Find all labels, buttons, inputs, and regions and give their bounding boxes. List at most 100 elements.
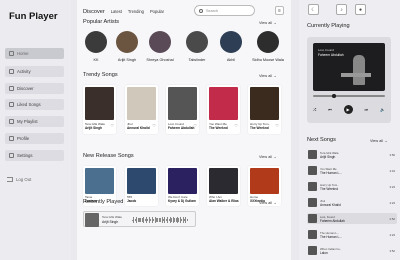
view-all-label: View all: [370, 139, 384, 143]
song-artist: Lalon: [320, 250, 328, 255]
new-release-title: New Release Songs: [83, 153, 134, 159]
tab-latest[interactable]: Latest: [111, 9, 122, 14]
header: Discover Latest Trending Popular: [83, 6, 291, 17]
cover-image: [308, 182, 317, 191]
heart-icon[interactable]: ♡: [275, 123, 279, 128]
song-card[interactable]: Tera Ishk Wala Arijit Singh ♡: [83, 85, 116, 134]
list-item-active[interactable]: Lost, Found Faheem Abdullah 2:52: [307, 213, 397, 224]
cover-image: [168, 168, 197, 194]
progress-handle[interactable]: [332, 94, 336, 98]
tab-popular[interactable]: Popular: [150, 9, 164, 14]
currently-playing-title: Currently Playing: [307, 23, 350, 29]
list-item[interactable]: The Human L... The Human L... 4:23: [307, 229, 397, 240]
heart-icon[interactable]: ♡: [193, 123, 197, 128]
cover-image: [85, 87, 114, 120]
theme-toggle-button[interactable]: ☾: [308, 4, 319, 15]
playlist-icon: [9, 119, 14, 124]
view-all-recent[interactable]: View all →: [259, 201, 277, 205]
song-artist: Annural Khalid: [127, 126, 150, 130]
app-title: Fun Player: [9, 11, 58, 22]
arrow-right-icon: →: [273, 74, 277, 78]
cover-image: [127, 87, 156, 120]
sidebar-item-liked-songs[interactable]: Liked Songs: [5, 99, 64, 110]
volume-icon[interactable]: 🔈: [380, 107, 385, 112]
arrow-right-icon: →: [273, 201, 277, 205]
bell-icon: ♪: [340, 7, 343, 13]
popular-artists-title: Popular Artists: [83, 19, 120, 25]
menu-button[interactable]: ≡: [275, 6, 284, 15]
view-all-new-release[interactable]: View all →: [259, 155, 277, 159]
shuffle-icon[interactable]: ⤮: [313, 107, 316, 112]
view-all-artists[interactable]: View all →: [259, 21, 277, 25]
next-songs-title: Next Songs: [307, 137, 336, 143]
song-card[interactable]: Who I Am Alan Walker & Elias: [207, 166, 240, 206]
view-all-trending[interactable]: View all →: [259, 74, 277, 78]
song-card[interactable]: 555 Jacob: [125, 166, 158, 206]
view-all-next[interactable]: View all →: [370, 139, 388, 143]
sidebar-item-profile[interactable]: Profile: [5, 133, 64, 144]
compass-icon: [9, 86, 14, 91]
view-all-label: View all: [259, 21, 273, 25]
next-icon[interactable]: ⏭: [364, 107, 368, 112]
artist-avatar[interactable]: [149, 31, 171, 53]
progress-bar[interactable]: [313, 94, 385, 98]
activity-icon: [9, 69, 14, 74]
heart-icon[interactable]: ♡: [234, 123, 238, 128]
song-title: Tera Ishk Wala: [102, 215, 122, 219]
page-title: Discover: [83, 8, 105, 15]
cover-image: [85, 168, 114, 194]
waveform: [132, 217, 188, 223]
view-all-label: View all: [259, 201, 273, 205]
search-input[interactable]: Search: [194, 5, 255, 16]
song-card[interactable]: We Don't Care Kyary & Dj Gullam: [166, 166, 199, 206]
search-placeholder: Search: [206, 8, 219, 13]
now-playing-card: Lost, Found Faheem Abdullah ⤮ ⏮ ▶ ⏭ 🔈: [307, 37, 391, 123]
list-item[interactable]: Jhol Annural Khalid 4:23: [307, 197, 397, 208]
artist-avatar[interactable]: [257, 31, 279, 53]
song-card[interactable]: Lost, Found Faheem Abdullah ♡: [166, 85, 199, 134]
sidebar-item-my-playlist[interactable]: My Playlist: [5, 116, 64, 127]
artist-avatar[interactable]: [186, 31, 208, 53]
song-card[interactable]: Home XXXtentia: [248, 166, 281, 206]
cover-image: [308, 198, 317, 207]
heart-icon[interactable]: ♡: [152, 123, 156, 128]
song-card[interactable]: You Want Me The Weeknd ♡: [207, 85, 240, 134]
artist-avatar[interactable]: [116, 31, 138, 53]
song-card[interactable]: Jhol Annural Khalid ♡: [125, 85, 158, 134]
list-item[interactable]: You Want Me The Human L... 4:43: [307, 165, 397, 176]
list-item[interactable]: When Indian Ire.. Lalon 3:52: [307, 245, 397, 256]
song-duration: 4:43: [389, 169, 395, 173]
song-artist: Kyary & Dj Gullam: [168, 199, 196, 203]
recently-played-item[interactable]: Tera Ishk Wala Arijit Singh: [83, 211, 196, 227]
sidebar-item-home[interactable]: Home: [5, 48, 64, 59]
artist-name: Sidhu Moose Wala: [252, 58, 284, 62]
list-item[interactable]: Tera Ishk Wala Arijit Singh 3:56: [307, 149, 397, 160]
artist-avatar[interactable]: [85, 31, 107, 53]
artist-avatar[interactable]: [220, 31, 242, 53]
cover-image: [209, 87, 238, 120]
song-duration: 3:56: [389, 153, 395, 157]
sidebar-item-activity[interactable]: Activity: [5, 66, 64, 77]
previous-icon[interactable]: ⏮: [328, 107, 332, 112]
artist-name: Shreya Ghoshal: [146, 58, 174, 62]
arrow-right-icon: →: [273, 155, 277, 159]
profile-button[interactable]: ●: [355, 4, 366, 15]
cover-image: [168, 87, 197, 120]
cover-image: [308, 150, 317, 159]
logout-button[interactable]: Log Out: [7, 177, 31, 182]
gear-icon: [9, 153, 14, 158]
list-item[interactable]: Hurry Up Tom.. The Weeknd 3:23: [307, 181, 397, 192]
song-card[interactable]: Hurry Up Tom.. The Weeknd ♡: [248, 85, 281, 134]
heart-icon[interactable]: ♡: [110, 123, 114, 128]
cover-image: [308, 214, 317, 223]
notifications-button[interactable]: ♪: [336, 4, 347, 15]
sidebar-item-settings[interactable]: Settings: [5, 150, 64, 161]
tab-trending[interactable]: Trending: [128, 9, 144, 14]
song-artist: Arijit Singh: [102, 220, 119, 224]
sidebar-item-discover[interactable]: Discover: [5, 83, 64, 94]
logout-label: Log Out: [16, 177, 32, 182]
song-artist: The Weeknd: [250, 126, 269, 130]
cover-image: [308, 166, 317, 175]
cover-image: [85, 213, 99, 227]
play-button[interactable]: ▶: [343, 105, 353, 114]
